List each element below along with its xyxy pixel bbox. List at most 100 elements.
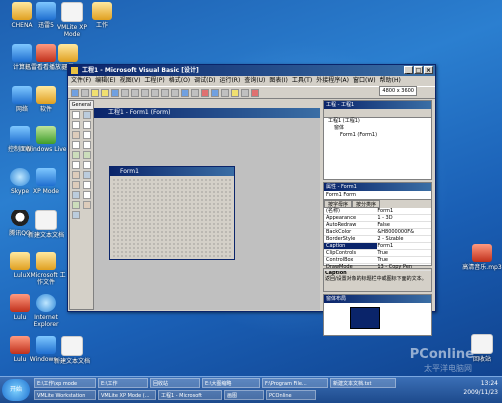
task-button[interactable]: E:\大图缩略 (202, 378, 260, 388)
menu-format[interactable]: 格式(O) (169, 76, 190, 86)
prop-row[interactable]: BorderStyle 2 - Sizable (324, 236, 431, 243)
combobox-tool-icon[interactable] (72, 151, 80, 159)
project-explorer-icon[interactable] (211, 88, 219, 97)
optionbutton-tool-icon[interactable] (83, 141, 91, 149)
filelistbox-tool-icon[interactable] (83, 181, 91, 189)
image-tool-icon[interactable] (72, 201, 80, 209)
shape-tool-icon[interactable] (72, 191, 80, 199)
line-tool-icon[interactable] (83, 191, 91, 199)
tree-node-forms[interactable]: 窗体 (324, 125, 431, 132)
paste-icon[interactable] (141, 88, 149, 97)
vscrollbar-tool-icon[interactable] (83, 161, 91, 169)
menu-query[interactable]: 查询(U) (244, 76, 265, 86)
desktop-icon-work[interactable]: 工作 (80, 2, 124, 29)
add-form-icon[interactable] (81, 88, 89, 97)
prop-row-selected[interactable]: Caption Form1 (324, 243, 431, 250)
project-explorer-title: 工程 - 工程1 (324, 101, 431, 109)
stop-icon[interactable] (201, 88, 209, 97)
task-button[interactable]: PCOnline (266, 390, 316, 400)
pause-icon[interactable] (191, 88, 199, 97)
ole-tool-icon[interactable] (72, 211, 80, 219)
open-icon[interactable] (101, 88, 109, 97)
task-button[interactable]: F:\Program File... (262, 378, 328, 388)
prop-row[interactable]: (名称) Form1 (324, 208, 431, 215)
textbox-tool-icon[interactable] (83, 121, 91, 129)
dirlistbox-tool-icon[interactable] (72, 181, 80, 189)
form1-grid-surface[interactable] (112, 178, 232, 257)
desktop-icon-text-doc[interactable]: 新建文本文档 (24, 210, 68, 239)
prop-row[interactable]: ClipControls True (324, 250, 431, 257)
system-tray-clock[interactable]: 13:24 2009/11/23 (463, 379, 498, 397)
add-project-icon[interactable] (71, 88, 79, 97)
task-button[interactable]: E:\工作\xp mode (34, 378, 96, 388)
minimize-button[interactable]: _ (404, 66, 413, 74)
menu-window[interactable]: 窗口(W) (353, 76, 376, 86)
prop-row[interactable]: AutoRedraw False (324, 222, 431, 229)
desktop-icon-music[interactable]: 高清音乐.mp3 (460, 244, 502, 271)
data-tool-icon[interactable] (83, 201, 91, 209)
menu-tools[interactable]: 工具(T) (292, 76, 312, 86)
menu-debug[interactable]: 调试(D) (194, 76, 215, 86)
prop-row[interactable]: BackColor &H8000000F& (324, 229, 431, 236)
cut-icon[interactable] (121, 88, 129, 97)
menu-run[interactable]: 运行(R) (219, 76, 240, 86)
close-button[interactable]: × (424, 66, 433, 74)
checkbox-tool-icon[interactable] (72, 141, 80, 149)
toolbox-title: General (70, 101, 93, 110)
pointer-tool-icon[interactable] (72, 111, 80, 119)
commandbutton-tool-icon[interactable] (83, 131, 91, 139)
menu-diagram[interactable]: 图表(I) (269, 76, 287, 86)
task-button-active[interactable]: 工程1 - Microsoft (158, 390, 222, 400)
run-icon[interactable] (181, 88, 189, 97)
vb-title-bar[interactable]: 工程1 - Microsoft Visual Basic [设计] _ □ × (68, 65, 435, 76)
form-layout-icon[interactable] (231, 88, 239, 97)
form1-design[interactable]: Form1 (109, 166, 235, 260)
form-designer-title[interactable]: 工程1 - Form1 (Form) (94, 108, 320, 118)
menu-project[interactable]: 工程(P) (144, 76, 164, 86)
menu-editor-icon[interactable] (91, 88, 99, 97)
find-icon[interactable] (151, 88, 159, 97)
listbox-tool-icon[interactable] (83, 151, 91, 159)
task-button[interactable]: 画图 (224, 390, 264, 400)
redo-icon[interactable] (171, 88, 179, 97)
frame-tool-icon[interactable] (72, 131, 80, 139)
task-button[interactable]: E:\工作 (98, 378, 148, 388)
start-button[interactable]: 开始 (2, 379, 30, 401)
tree-node-form1[interactable]: Form1 (Form1) (324, 132, 431, 139)
prop-row[interactable]: DrawMode 13 - Copy Pen (324, 264, 431, 271)
copy-icon[interactable] (131, 88, 139, 97)
drivelistbox-tool-icon[interactable] (83, 171, 91, 179)
desktop-icon-ms-work[interactable]: XMicrosoft 工作文件 (24, 252, 68, 286)
form-layout-screen-preview[interactable] (350, 307, 380, 329)
desktop-icon-ie[interactable]: Internet Explorer (24, 294, 68, 328)
picturebox-tool-icon[interactable] (83, 111, 91, 119)
properties-icon[interactable] (221, 88, 229, 97)
menu-help[interactable]: 帮助(H) (380, 76, 401, 86)
maximize-button[interactable]: □ (414, 66, 423, 74)
task-button[interactable]: 回收站 (150, 378, 200, 388)
label-tool-icon[interactable] (72, 121, 80, 129)
save-icon[interactable] (111, 88, 119, 97)
undo-icon[interactable] (161, 88, 169, 97)
menu-view[interactable]: 视图(V) (120, 76, 141, 86)
menu-edit[interactable]: 编辑(E) (95, 76, 115, 86)
desktop-icon-xp-mode[interactable]: XP Mode (24, 168, 68, 195)
tree-node-project[interactable]: 工程1 (工程1) (324, 118, 431, 125)
menu-file[interactable]: 文件(F) (71, 76, 91, 86)
prop-row[interactable]: Appearance 1 - 3D (324, 215, 431, 222)
desktop-icon-windows-live[interactable]: Windows Live (24, 126, 68, 153)
desktop-icon-software[interactable]: 软件 (24, 86, 68, 113)
hscrollbar-tool-icon[interactable] (72, 161, 80, 169)
desktop-icon-text-doc-2[interactable]: 新建文本文档 (50, 336, 94, 365)
task-button[interactable]: VMLite XP Mode (... (98, 390, 156, 400)
timer-tool-icon[interactable] (72, 171, 80, 179)
prop-row[interactable]: ControlBox True (324, 257, 431, 264)
task-button[interactable]: 新建文本文档.txt (330, 378, 396, 388)
menu-addins[interactable]: 外接程序(A) (316, 76, 349, 86)
tab-categorized[interactable]: 按分类序 (352, 200, 381, 208)
object-browser-icon[interactable] (241, 88, 249, 97)
tab-alphabetic[interactable]: 按字母序 (324, 200, 353, 208)
task-button[interactable]: VMLite Workstation (34, 390, 96, 400)
object-combo[interactable]: Form1 Form (324, 191, 431, 200)
toolbox-icon[interactable] (251, 88, 259, 97)
